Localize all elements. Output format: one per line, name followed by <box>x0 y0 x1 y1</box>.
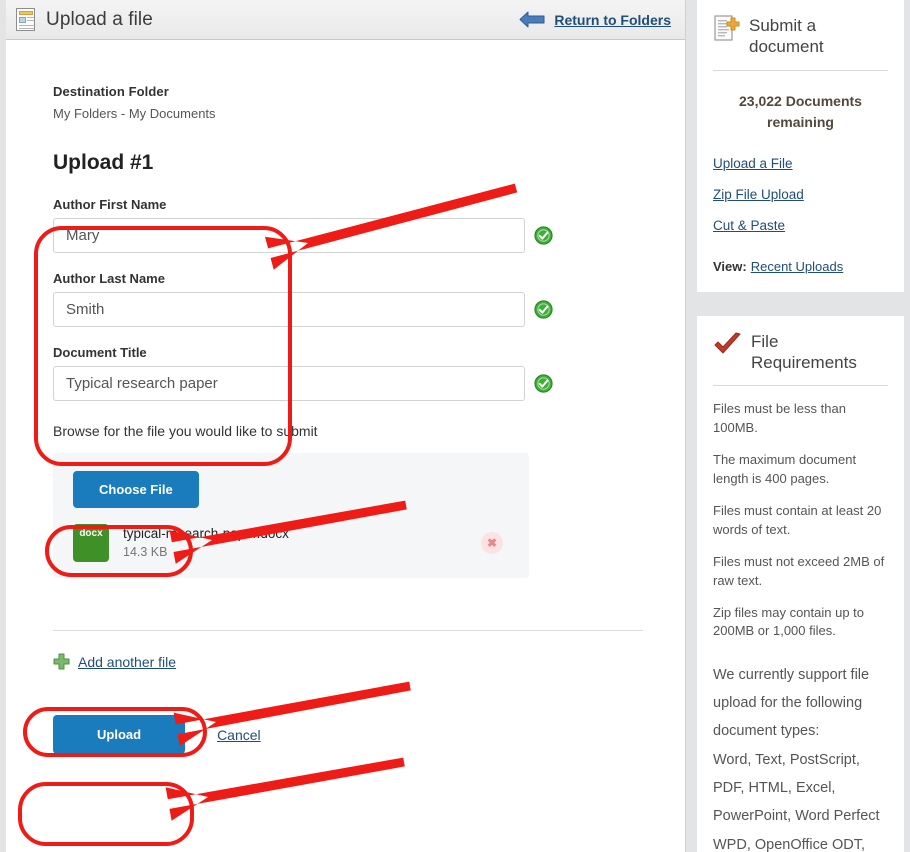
document-title-label: Document Title <box>53 345 147 360</box>
add-another-file-group[interactable]: Add another file <box>53 653 685 670</box>
uploaded-file-size: 14.3 KB <box>123 544 168 559</box>
view-label: View: <box>713 258 747 274</box>
upload-number-heading: Upload #1 <box>53 151 154 174</box>
green-plus-icon <box>53 653 70 670</box>
recent-uploads-link[interactable]: Recent Uploads <box>751 259 844 274</box>
form-actions: Upload Cancel <box>53 715 685 754</box>
submit-document-card: Submit a document 23,022 Documents remai… <box>697 0 904 292</box>
supported-types-list: Word, Text, PostScript, PDF, HTML, Excel… <box>713 751 880 852</box>
browse-caption: Browse for the file you would like to su… <box>53 423 318 439</box>
author-last-name-label: Author Last Name <box>53 271 165 286</box>
choose-file-button[interactable]: Choose File <box>73 471 199 508</box>
sidebar-link-upload-a-file[interactable]: Upload a File <box>713 156 888 171</box>
card-divider <box>713 69 888 71</box>
return-to-folders-group[interactable]: Return to Folders <box>519 11 671 28</box>
requirement-item: Files must not exceed 2MB of raw text. <box>713 554 885 588</box>
return-to-folders-link[interactable]: Return to Folders <box>554 12 671 28</box>
author-first-name-input[interactable] <box>53 218 525 253</box>
requirement-item: Zip files may contain up to 200MB or 1,0… <box>713 605 865 639</box>
field-author-first-name: Author First Name <box>53 197 553 253</box>
sidebar: Submit a document 23,022 Documents remai… <box>697 0 904 852</box>
cancel-link[interactable]: Cancel <box>217 727 261 743</box>
red-check-icon <box>714 332 741 354</box>
author-last-name-input[interactable] <box>53 292 525 327</box>
view-row: View: Recent Uploads <box>713 259 888 274</box>
documents-remaining-text: 23,022 Documents remaining <box>739 92 862 131</box>
docx-file-icon: docx <box>73 524 109 562</box>
submit-document-title: Submit a document <box>749 16 824 57</box>
file-upload-area: Choose File docx typical-research-paper.… <box>53 453 529 578</box>
file-requirements-card: File Requirements Files must be less tha… <box>697 315 904 852</box>
upload-button[interactable]: Upload <box>53 715 186 754</box>
document-plus-icon <box>714 15 740 41</box>
add-another-file-link[interactable]: Add another file <box>78 654 176 670</box>
uploaded-file-item: docx typical-research-paper.docx 14.3 KB… <box>73 524 509 562</box>
author-first-name-label: Author First Name <box>53 197 167 212</box>
field-author-last-name: Author Last Name <box>53 271 553 327</box>
uploaded-file-name: typical-research-paper.docx <box>123 526 289 542</box>
left-arrow-icon <box>519 11 545 28</box>
page-title: Upload a file <box>46 8 153 30</box>
section-divider <box>53 630 643 631</box>
green-check-icon <box>534 226 553 245</box>
field-document-title: Document Title <box>53 345 553 401</box>
file-requirements-title: File Requirements <box>751 331 857 373</box>
requirement-item: Files must be less than 100MB. <box>713 401 846 435</box>
upload-form: Destination Folder My Folders - My Docum… <box>6 40 685 754</box>
supported-types-intro: We currently support file upload for the… <box>713 666 870 740</box>
sidebar-link-cut-and-paste[interactable]: Cut & Paste <box>713 218 888 233</box>
remove-file-button[interactable]: ✖ <box>481 532 503 554</box>
requirement-item: Files must contain at least 20 words of … <box>713 503 882 537</box>
document-icon <box>16 7 38 32</box>
green-check-icon <box>534 300 553 319</box>
document-title-input[interactable] <box>53 366 525 401</box>
destination-folder-label: Destination Folder <box>53 84 169 99</box>
requirement-item: The maximum document length is 400 pages… <box>713 452 857 486</box>
destination-folder-value: My Folders - My Documents <box>53 106 216 121</box>
docx-badge-label: docx <box>79 528 103 539</box>
sidebar-link-zip-file-upload[interactable]: Zip File Upload <box>713 187 888 202</box>
page-header: Upload a file Return to Folders <box>6 0 685 40</box>
upload-file-screen: Upload a file Return to Folders Destinat… <box>0 0 910 852</box>
main-panel: Upload a file Return to Folders Destinat… <box>6 0 686 852</box>
green-check-icon <box>534 374 553 393</box>
card-divider <box>713 385 888 387</box>
